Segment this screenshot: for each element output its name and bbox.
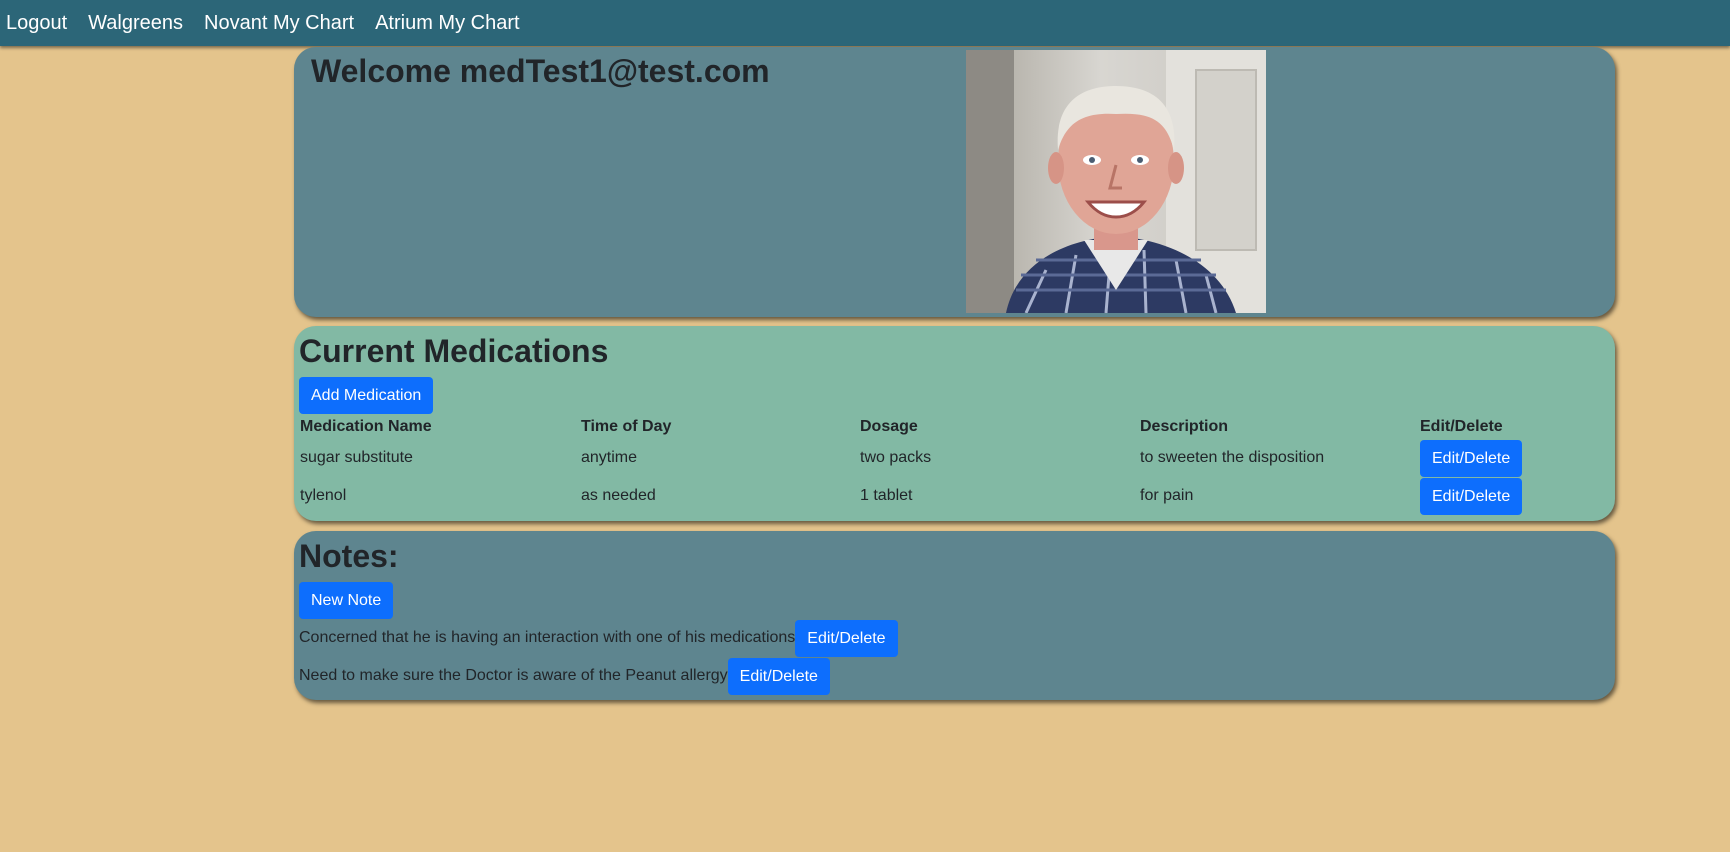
- note-text: Concerned that he is having an interacti…: [299, 629, 796, 646]
- dosage-cell: two packs: [860, 449, 932, 466]
- welcome-title: Welcome medTest1@test.com: [311, 53, 770, 89]
- medications-title: Current Medications: [299, 333, 609, 369]
- notes-title: Notes:: [299, 538, 399, 574]
- column-header-description: Description: [1140, 418, 1229, 435]
- column-header-edit-delete: Edit/Delete: [1420, 418, 1503, 435]
- nav-link-atrium-my-chart[interactable]: Atrium My Chart: [375, 0, 519, 46]
- note-item: Concerned that he is having an interacti…: [299, 619, 898, 657]
- notes-card: Notes: New Note Concerned that he is hav…: [294, 531, 1615, 700]
- time-of-day-cell: anytime: [581, 449, 638, 466]
- edit-delete-note-button[interactable]: Edit/Delete: [795, 619, 898, 657]
- medications-card: Current Medications Add Medication Medic…: [294, 326, 1615, 521]
- edit-delete-note-button[interactable]: Edit/Delete: [727, 657, 830, 695]
- description-cell: to sweeten the disposition: [1140, 449, 1325, 466]
- welcome-card: Welcome medTest1@test.com: [294, 47, 1615, 317]
- dosage-cell: 1 tablet: [860, 487, 913, 504]
- column-header-medication-name: Medication Name: [300, 418, 432, 435]
- table-row: sugar substitute anytime two packs to sw…: [299, 439, 1615, 477]
- description-cell: for pain: [1140, 487, 1194, 504]
- table-header-row: Medication Name Time of Day Dosage Descr…: [299, 415, 1615, 439]
- nav-link-novant-my-chart[interactable]: Novant My Chart: [204, 0, 354, 46]
- note-text: Need to make sure the Doctor is aware of…: [299, 667, 728, 684]
- medications-table: Medication Name Time of Day Dosage Descr…: [299, 415, 1615, 515]
- top-navbar: Logout Walgreens Novant My Chart Atrium …: [0, 0, 1730, 46]
- note-item: Need to make sure the Doctor is aware of…: [299, 657, 830, 695]
- new-note-button[interactable]: New Note: [299, 582, 394, 619]
- nav-link-logout[interactable]: Logout: [6, 0, 67, 46]
- column-header-dosage: Dosage: [860, 418, 918, 435]
- nav-link-walgreens[interactable]: Walgreens: [88, 0, 183, 46]
- column-header-time-of-day: Time of Day: [581, 418, 672, 435]
- profile-photo-image: [966, 50, 1266, 313]
- medication-name-cell: tylenol: [300, 487, 347, 504]
- medication-name-cell: sugar substitute: [300, 449, 413, 466]
- table-row: tylenol as needed 1 tablet for pain Edit…: [299, 477, 1615, 515]
- time-of-day-cell: as needed: [581, 487, 656, 504]
- profile-photo: [966, 50, 1266, 313]
- edit-delete-medication-button[interactable]: Edit/Delete: [1420, 477, 1523, 515]
- edit-delete-medication-button[interactable]: Edit/Delete: [1420, 439, 1523, 477]
- edit-delete-cell: Edit/Delete: [1419, 477, 1615, 515]
- edit-delete-cell: Edit/Delete: [1419, 439, 1615, 477]
- add-medication-button[interactable]: Add Medication: [299, 377, 434, 414]
